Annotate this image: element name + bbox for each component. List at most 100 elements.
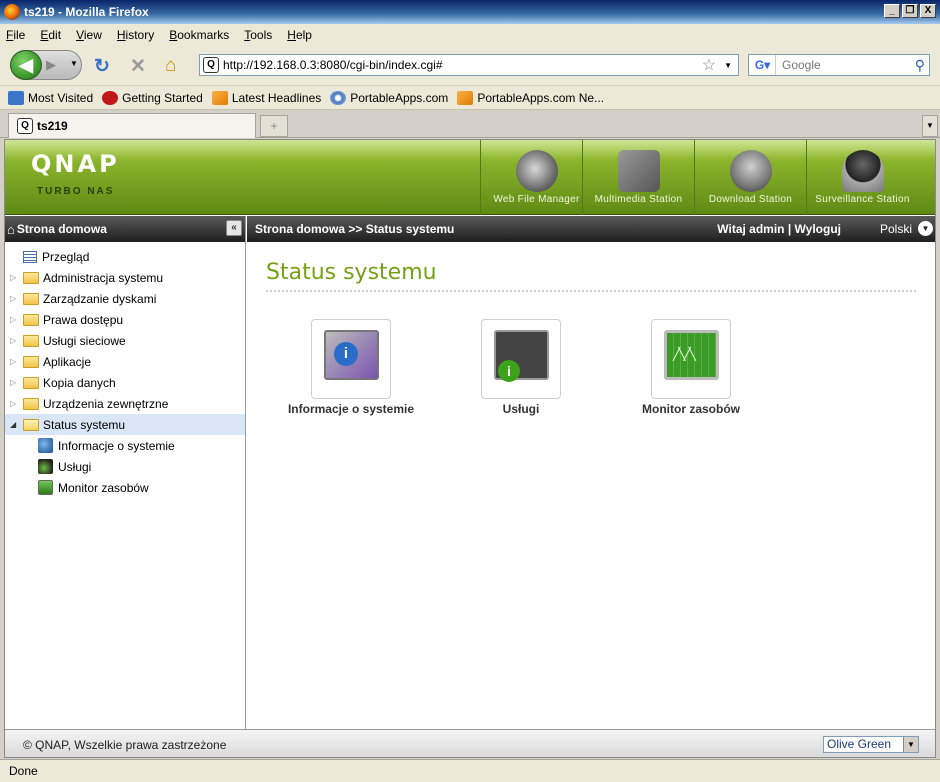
app-surveillance-station[interactable]: Surveillance Station — [806, 140, 918, 215]
tree-item-applications[interactable]: ▷ Aplikacje — [5, 351, 245, 372]
google-engine-icon[interactable]: G▾ — [750, 55, 776, 75]
surveillance-camera-icon — [841, 150, 884, 192]
firefox-icon — [4, 4, 20, 20]
expand-arrow-icon[interactable]: ▷ — [10, 273, 20, 282]
chevron-down-icon[interactable]: ▼ — [903, 737, 918, 752]
page-footer: © QNAP, Wszelkie prawa zastrzeżone Olive… — [5, 729, 935, 757]
stop-icon[interactable]: ✕ — [130, 55, 146, 78]
tree-item-system-info[interactable]: Informacje o systemie — [5, 435, 245, 456]
expand-arrow-icon[interactable]: ▷ — [10, 315, 20, 324]
chevron-down-icon[interactable]: ▼ — [918, 221, 933, 236]
menu-bar: File Edit View History Bookmarks Tools H… — [0, 24, 940, 45]
minimize-button[interactable]: _ — [884, 4, 900, 18]
site-favicon-icon: Q — [203, 57, 219, 73]
app-web-file-manager[interactable]: Web File Manager — [480, 140, 592, 215]
history-dropdown-icon[interactable]: ▼ — [70, 59, 78, 68]
menu-tools[interactable]: Tools — [244, 28, 272, 42]
rss-feed-icon — [211, 90, 228, 105]
home-icon[interactable]: ⌂ — [165, 55, 176, 77]
url-text[interactable]: http://192.168.0.3:8080/cgi-bin/index.cg… — [223, 58, 702, 72]
tree-item-backup[interactable]: ▷ Kopia danych — [5, 372, 245, 393]
main-content: Strona domowa >> Status systemu Witaj ad… — [247, 216, 935, 729]
bookmark-getting-started[interactable]: Getting Started — [102, 90, 203, 105]
window-titlebar: ts219 - Mozilla Firefox _ ❐ X — [0, 0, 940, 24]
tree-item-overview[interactable]: Przegląd — [5, 246, 245, 267]
tree-item-access-rights[interactable]: ▷ Prawa dostępu — [5, 309, 245, 330]
portableapps-icon — [330, 90, 347, 105]
bookmarks-toolbar: Most Visited Getting Started Latest Head… — [0, 86, 940, 110]
theme-value: Olive Green — [827, 737, 892, 751]
tile-services[interactable]: Usługi — [441, 319, 601, 416]
app-download-station[interactable]: Download Station — [694, 140, 806, 215]
overview-list-icon — [23, 250, 37, 263]
bookmark-latest-headlines[interactable]: Latest Headlines — [211, 90, 321, 105]
tree-item-network-services[interactable]: ▷ Usługi sieciowe — [5, 330, 245, 351]
menu-edit[interactable]: Edit — [40, 28, 61, 42]
menu-history[interactable]: History — [117, 28, 154, 42]
forward-button[interactable]: ▶ — [46, 57, 56, 73]
menu-bookmarks[interactable]: Bookmarks — [169, 28, 229, 42]
download-station-icon — [729, 150, 772, 192]
bookmark-portableapps-news[interactable]: PortableApps.com Ne... — [457, 90, 604, 105]
tree-item-system-admin[interactable]: ▷ Administracja systemu — [5, 267, 245, 288]
tab-list-icon[interactable]: ▼ — [922, 115, 938, 137]
folder-icon — [23, 271, 39, 284]
tile-icon-frame — [651, 319, 731, 399]
expand-arrow-icon[interactable]: ▷ — [10, 294, 20, 303]
theme-select[interactable]: Olive Green ▼ — [823, 736, 919, 753]
collapse-arrow-icon[interactable]: ◢ — [10, 420, 20, 429]
tree-item-services[interactable]: Usługi — [5, 456, 245, 477]
navigation-toolbar: ◀ ▶ ▼ ↻ ✕ ⌂ Q http://192.168.0.3:8080/cg… — [0, 45, 940, 85]
menu-help[interactable]: Help — [287, 28, 312, 42]
tab-ts219[interactable]: Q ts219 — [8, 113, 256, 138]
tree-item-resource-monitor[interactable]: Monitor zasobów — [5, 477, 245, 498]
resource-monitor-icon — [664, 330, 719, 380]
page-title: Status systemu — [266, 260, 437, 285]
tile-resource-monitor[interactable]: Monitor zasobów — [611, 319, 771, 416]
tree-item-disk-management[interactable]: ▷ Zarządzanie dyskami — [5, 288, 245, 309]
restore-button[interactable]: ❐ — [902, 4, 918, 18]
folder-icon — [23, 334, 39, 347]
qnap-logo[interactable]: QNAP — [31, 150, 120, 178]
language-selector[interactable]: Polski ▼ — [880, 221, 933, 236]
expand-arrow-icon[interactable]: ▷ — [10, 357, 20, 366]
tree-item-external-devices[interactable]: ▷ Urządzenia zewnętrzne — [5, 393, 245, 414]
search-icon[interactable]: ⚲ — [915, 57, 925, 74]
expand-arrow-icon[interactable]: ▷ — [10, 378, 20, 387]
url-bar[interactable]: Q http://192.168.0.3:8080/cgi-bin/index.… — [199, 54, 739, 76]
bookmark-portableapps[interactable]: PortableApps.com — [330, 90, 448, 105]
reload-icon[interactable]: ↻ — [94, 55, 110, 78]
search-bar[interactable]: G▾ Google ⚲ — [748, 54, 930, 76]
title-divider — [266, 290, 916, 292]
collapse-sidebar-button[interactable]: « — [226, 220, 242, 236]
navigation-tree: Przegląd ▷ Administracja systemu ▷ Zarzą… — [5, 242, 245, 498]
new-tab-button[interactable]: + — [260, 115, 288, 137]
services-icon — [38, 459, 53, 474]
search-input[interactable]: Google — [776, 58, 915, 72]
breadcrumb-bar: Strona domowa >> Status systemu Witaj ad… — [247, 216, 935, 242]
folder-icon — [23, 292, 39, 305]
url-dropdown-icon[interactable]: ▼ — [724, 61, 732, 70]
web-file-manager-icon — [515, 150, 558, 192]
expand-arrow-icon[interactable]: ▷ — [10, 399, 20, 408]
copyright-text: © QNAP, Wszelkie prawa zastrzeżone — [23, 737, 227, 752]
home-icon: ⌂ — [7, 221, 15, 237]
expand-arrow-icon[interactable]: ▷ — [10, 336, 20, 345]
language-label: Polski — [879, 221, 912, 236]
home-header[interactable]: ⌂ Strona domowa « — [5, 216, 245, 242]
logout-link[interactable]: Wyloguj — [795, 222, 841, 236]
app-multimedia-station[interactable]: Multimedia Station — [582, 140, 694, 215]
menu-file[interactable]: File — [6, 28, 25, 42]
tree-item-system-status[interactable]: ◢ Status systemu — [5, 414, 245, 435]
web-page: QNAP TURBO NAS Web File Manager Multimed… — [4, 139, 936, 758]
tile-system-info[interactable]: Informacje o systemie — [271, 319, 431, 416]
folder-icon — [23, 355, 39, 368]
close-button[interactable]: X — [920, 4, 936, 18]
services-icon — [494, 330, 549, 382]
back-button[interactable]: ◀ — [10, 50, 42, 80]
folder-icon — [23, 313, 39, 326]
bookmark-most-visited[interactable]: Most Visited — [8, 90, 93, 105]
rss-feed-icon — [457, 90, 474, 105]
bookmark-star-icon[interactable]: ☆ — [702, 55, 716, 75]
menu-view[interactable]: View — [76, 28, 102, 42]
